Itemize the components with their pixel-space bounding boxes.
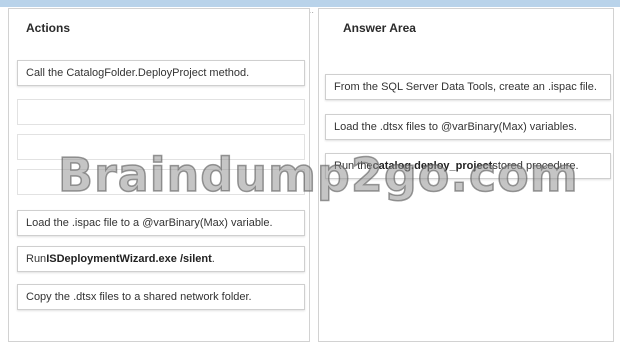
answer-item-label-prefix: Run the [334, 160, 373, 172]
answer-item-label: Load the .dtsx files to @varBinary(Max) … [334, 121, 577, 133]
answer-item-run-stored-procedure[interactable]: Run the catalog.deploy_project stored pr… [325, 153, 611, 179]
action-item-label: Load the .ispac file to a @varBinary(Max… [26, 217, 273, 229]
top-accent-bar [0, 0, 620, 7]
answer-area-header: Answer Area [343, 21, 416, 35]
action-slot-empty-2 [17, 134, 305, 160]
action-slot-empty-1 [17, 99, 305, 125]
action-item-label: Copy the .dtsx files to a shared network… [26, 291, 252, 303]
action-item-deploy-project-method[interactable]: Call the CatalogFolder.DeployProject met… [17, 60, 305, 86]
action-item-load-ispac[interactable]: Load the .ispac file to a @varBinary(Max… [17, 210, 305, 236]
answer-item-label-suffix: stored procedure. [492, 160, 579, 172]
answer-area-panel: Answer Area From the SQL Server Data Too… [318, 8, 614, 342]
action-item-label-prefix: Run [26, 253, 47, 265]
actions-panel: Actions Call the CatalogFolder.DeployPro… [8, 8, 310, 342]
answer-item-create-ispac[interactable]: From the SQL Server Data Tools, create a… [325, 74, 611, 100]
action-item-label-bold: ISDeploymentWizard.exe /silent [46, 253, 212, 265]
action-item-label-suffix: . [211, 253, 215, 265]
answer-item-load-dtsx[interactable]: Load the .dtsx files to @varBinary(Max) … [325, 114, 611, 140]
actions-header: Actions [26, 21, 71, 35]
action-item-copy-dtsx[interactable]: Copy the .dtsx files to a shared network… [17, 284, 305, 310]
answer-item-label-bold: catalog.deploy_project [372, 160, 493, 172]
answer-item-label: From the SQL Server Data Tools, create a… [334, 81, 597, 93]
action-item-run-wizard[interactable]: Run ISDeploymentWizard.exe /silent. [17, 246, 305, 272]
action-item-label: Call the CatalogFolder.DeployProject met… [26, 67, 250, 79]
action-slot-empty-3 [17, 169, 305, 195]
